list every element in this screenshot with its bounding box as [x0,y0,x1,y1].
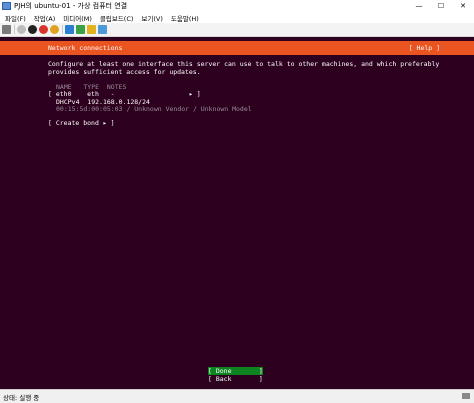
save-icon[interactable] [50,25,59,34]
page-title: Network connections [48,44,123,52]
menu-media[interactable]: 미디어(M) [63,13,92,23]
window-controls: — ☐ ✕ [408,0,474,12]
vm-console-screen[interactable]: Network connections [ Help ] Configure a… [0,37,474,389]
minimize-button[interactable]: — [408,0,430,12]
status-bar: 상태: 실행 중 [0,389,474,403]
window-titlebar: PJH의 ubuntu-01 - 가상 컴퓨터 연결 — ☐ ✕ [0,0,474,12]
vm-connection-icon [2,2,11,10]
intro-text-line-1: Configure at least one interface this se… [48,60,440,68]
turn-off-icon[interactable] [28,25,37,34]
menu-view[interactable]: 보기(V) [141,13,162,23]
menu-clipboard[interactable]: 클립보드(C) [100,13,134,23]
keyboard-status-icon [462,393,470,399]
close-button[interactable]: ✕ [452,0,474,12]
window-title: PJH의 ubuntu-01 - 가상 컴퓨터 연결 [14,2,128,10]
maximize-button[interactable]: ☐ [430,0,452,12]
interface-row-eth0[interactable]: [ eth0 eth - ▸ ] [48,90,201,98]
reset-icon[interactable] [76,25,85,34]
vm-status-text: 상태: 실행 중 [3,393,40,402]
toolbar [0,23,474,37]
pause-icon[interactable] [65,25,74,34]
checkpoint-icon[interactable] [87,25,96,34]
installer-header: Network connections [ Help ] [0,41,474,55]
ctrl-alt-del-icon[interactable] [2,25,11,34]
menu-action[interactable]: 작업(A) [34,13,55,23]
menu-bar: 파일(F) 작업(A) 미디어(M) 클립보드(C) 보기(V) 도움말(H) [0,12,474,23]
back-button[interactable]: [ Back ] [208,375,263,383]
revert-icon[interactable] [98,25,107,34]
toolbar-separator [14,25,15,34]
intro-text-line-2: provides sufficient access for updates. [48,68,201,76]
toolbar-separator [62,25,63,34]
shutdown-icon[interactable] [39,25,48,34]
help-button[interactable]: [ Help ] [409,44,440,52]
menu-help[interactable]: 도움말(H) [171,13,199,23]
done-button[interactable]: [ Done ] [208,367,263,375]
interface-hardware-info: 00:15:5d:00:05:03 / Unknown Vendor / Unk… [56,105,252,113]
start-icon[interactable] [17,25,26,34]
create-bond-button[interactable]: [ Create bond ▸ ] [48,119,115,127]
menu-file[interactable]: 파일(F) [5,13,26,23]
